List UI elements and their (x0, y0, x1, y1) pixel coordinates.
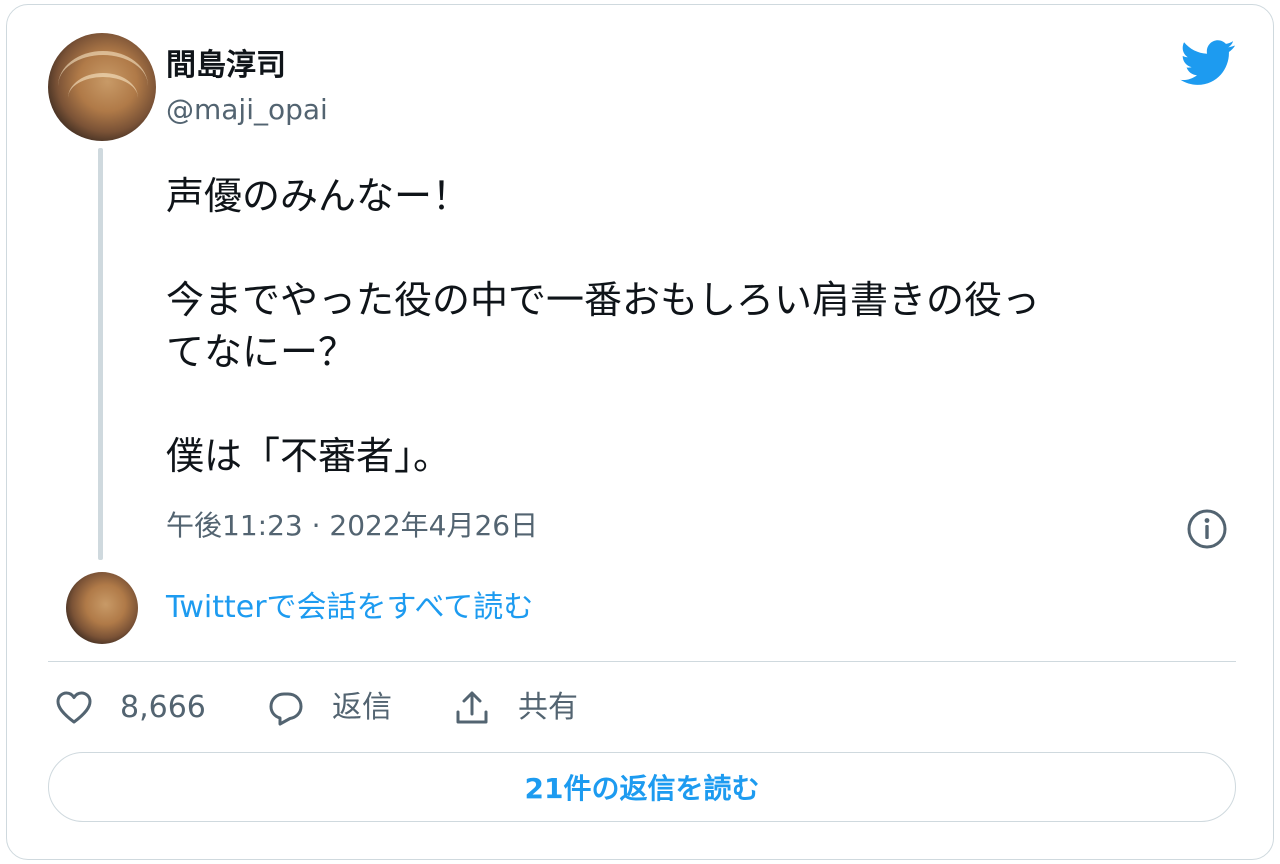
share-label: 共有 (518, 690, 578, 725)
tweet-text: 声優のみんなー！ 今までやった役の中で一番おもしろい肩書きの役っ てなにー？ 僕… (166, 170, 1236, 482)
info-icon[interactable] (1186, 508, 1228, 550)
read-conversation-link[interactable]: Twitterで会話をすべて読む (166, 588, 533, 628)
heart-icon (56, 691, 92, 724)
like-count: 8,666 (120, 690, 206, 725)
reply-label: 返信 (332, 690, 392, 725)
thread-line (98, 148, 103, 560)
reply-button[interactable]: 返信 (266, 688, 392, 728)
tweet-line: 声優のみんなー！ (166, 174, 471, 218)
like-button[interactable]: 8,666 (54, 688, 206, 728)
author-avatar[interactable] (48, 33, 156, 141)
share-button[interactable]: 共有 (452, 688, 578, 728)
reply-bubble-icon (269, 692, 303, 726)
tweet-timestamp[interactable]: 午後11:23 · 2022年4月26日 (166, 506, 538, 546)
twitter-bird-icon[interactable] (1180, 40, 1236, 86)
tweet-line: 僕は「不審者」。 (166, 434, 452, 478)
tweet-line: 今までやった役の中で一番おもしろい肩書きの役っ (166, 278, 1041, 322)
share-icon (456, 691, 488, 724)
divider (48, 661, 1236, 662)
conversation-avatar[interactable] (66, 572, 138, 644)
author-name[interactable]: 間島淳司 (166, 46, 286, 86)
read-replies-button[interactable]: 21件の返信を読む (48, 752, 1236, 822)
tweet-line: てなにー？ (166, 330, 357, 374)
author-handle[interactable]: @maji_opai (166, 90, 328, 130)
